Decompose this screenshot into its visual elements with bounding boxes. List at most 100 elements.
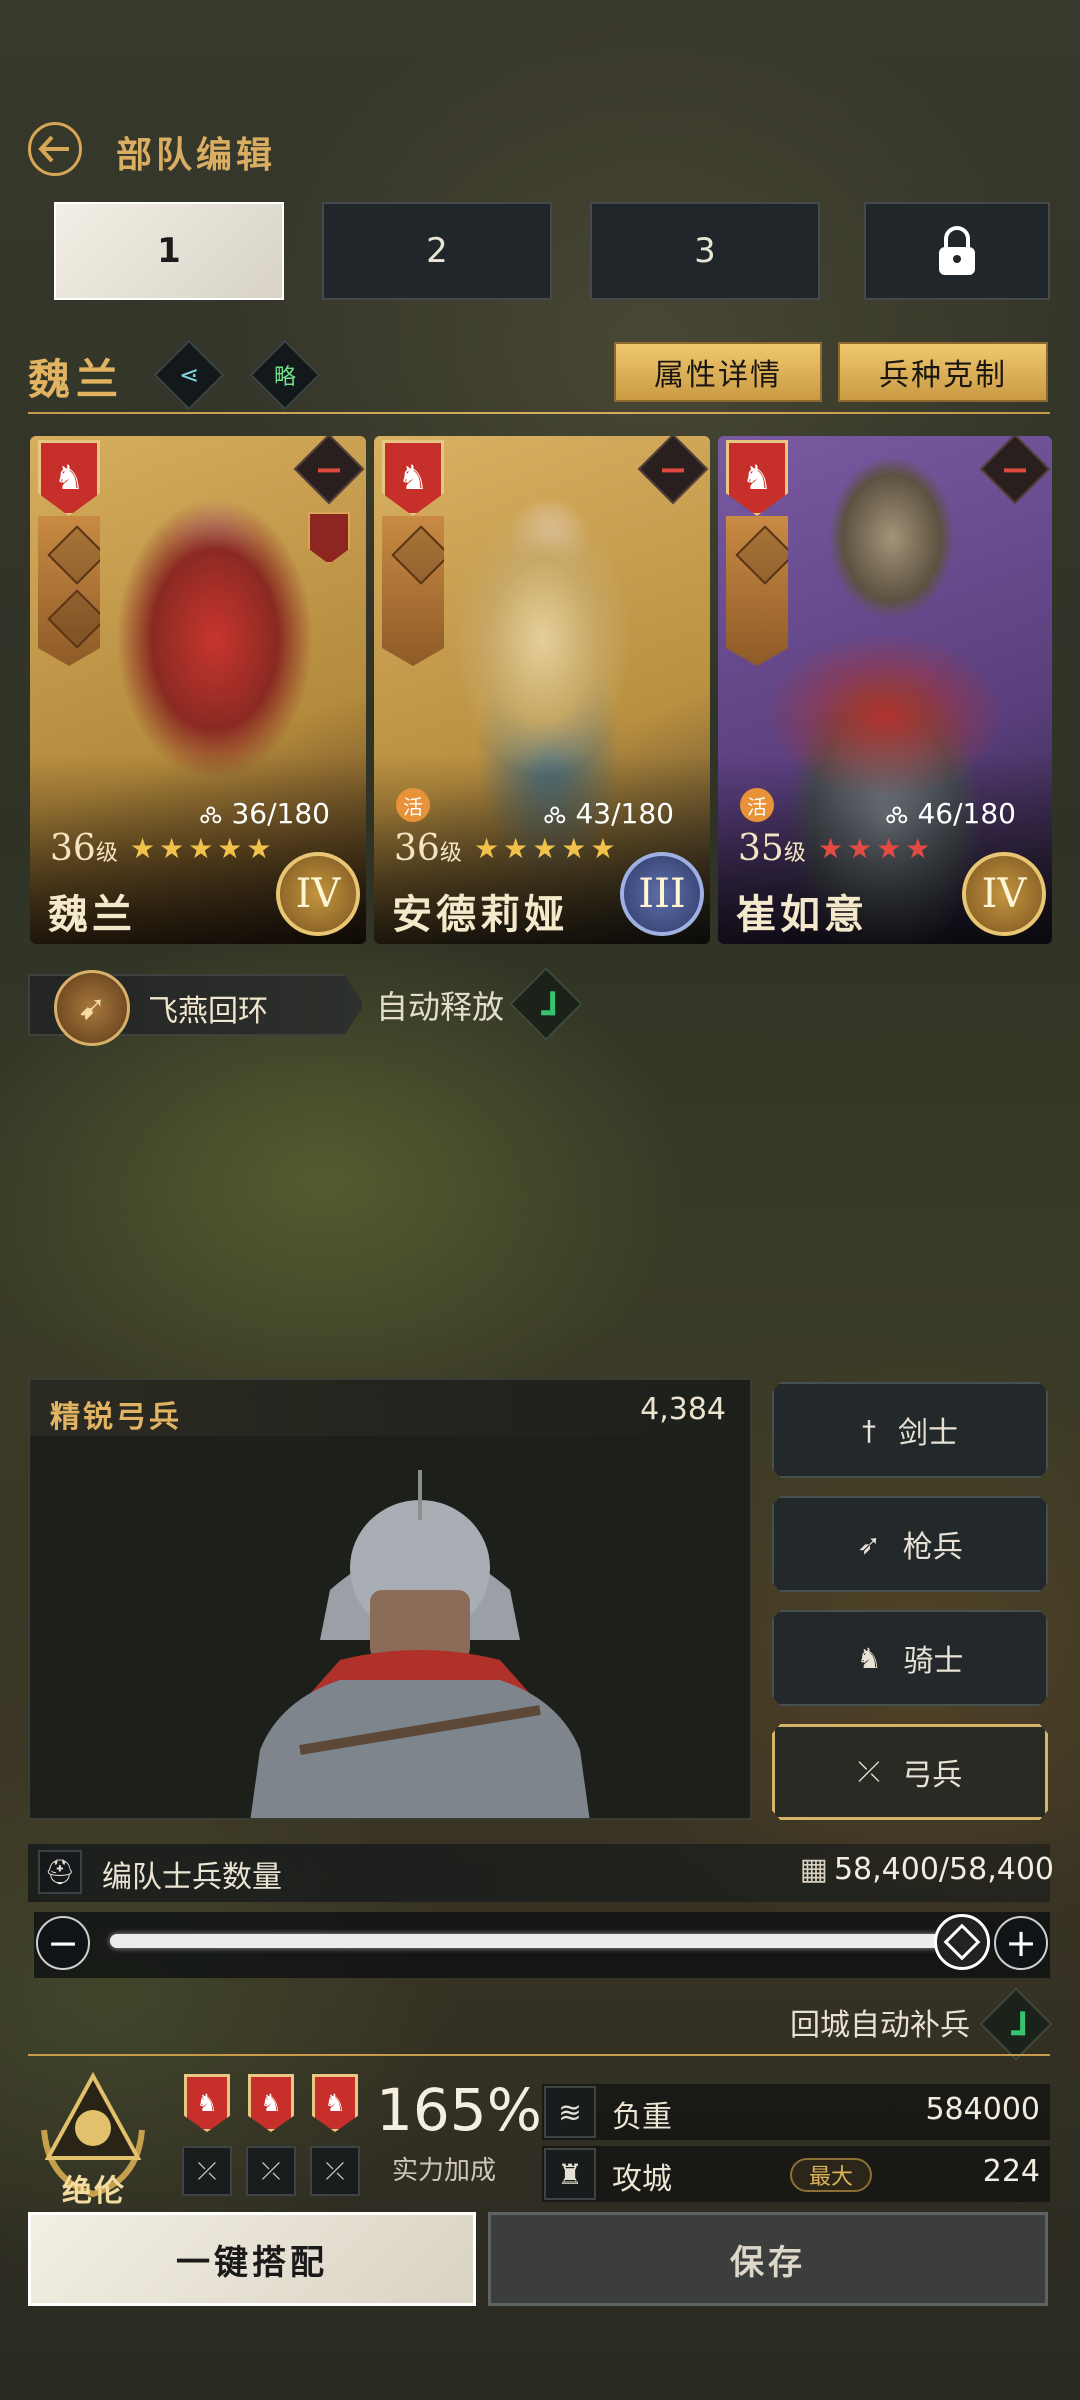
active-badge: 活 (740, 788, 774, 822)
troop-type-archer-button[interactable]: ⤫ 弓兵 (772, 1724, 1048, 1820)
tab-label: 2 (426, 231, 448, 271)
bow-icon: ⤫ (182, 2146, 232, 2196)
level-value: 35 (738, 828, 784, 869)
check-icon (1011, 2011, 1026, 2036)
type-label: 骑士 (903, 1644, 964, 1679)
tab-label: 1 (157, 231, 181, 271)
auto-refill-label: 回城自动补兵 (790, 2008, 970, 2043)
soldier-count-value: ▦ 58,400/58,400 (800, 1852, 1054, 1887)
hero-level: 36级 (394, 828, 462, 869)
horse-icon: ♞ (856, 1641, 882, 1675)
class-flag (382, 516, 444, 666)
page-title: 部队编辑 (116, 135, 277, 176)
class-flag (726, 516, 788, 666)
hero-stars: ★★★★ (818, 832, 934, 865)
sword-icon: † (862, 1413, 876, 1447)
divider (28, 2054, 1050, 2056)
spear-icon: ➶ (857, 1527, 881, 1561)
level-value: 36 (50, 828, 96, 869)
hero-exp: 🝆 36/180 (199, 797, 330, 830)
max-badge: 最大 (790, 2158, 872, 2192)
share-button[interactable]: ⋖ (153, 339, 225, 411)
back-arrow-icon (38, 135, 69, 163)
tab-team-3[interactable]: 3 (590, 202, 820, 300)
active-badge: 活 (396, 788, 430, 822)
increase-button[interactable]: + (994, 1916, 1048, 1970)
hero-name: 崔如意 (736, 891, 868, 938)
troop-count: 4,384 (640, 1392, 726, 1427)
troop-type-swordsman-button[interactable]: † 剑士 (772, 1382, 1048, 1478)
troop-type-spearman-button[interactable]: ➶ 枪兵 (772, 1496, 1048, 1592)
tab-team-locked[interactable] (864, 202, 1050, 300)
level-unit: 级 (95, 841, 118, 866)
type-label: 剑士 (898, 1416, 958, 1451)
hero-name: 魏兰 (48, 891, 136, 938)
siege-tower-icon: ♜ (544, 2148, 596, 2200)
hero-rank-badge: IV (276, 852, 360, 936)
hero-exp: 🝆 46/180 (885, 797, 1016, 830)
diamond-icon (943, 1923, 981, 1961)
bow-icon (47, 589, 100, 649)
hero-level: 35级 (738, 828, 806, 869)
level-value: 36 (394, 828, 440, 869)
attribute-details-button[interactable]: 属性详情 (614, 342, 822, 402)
troop-type-knight-button[interactable]: ♞ 骑士 (772, 1610, 1048, 1706)
hero-rank-badge: IV (962, 852, 1046, 936)
hero-stars: ★★★★★ (474, 832, 620, 865)
tab-team-1[interactable]: 1 (54, 202, 284, 300)
tab-team-2[interactable]: 2 (322, 202, 552, 300)
check-icon (541, 991, 556, 1016)
soldier-slider[interactable] (110, 1934, 950, 1948)
auto-match-button[interactable]: 一键搭配 (28, 2212, 476, 2306)
load-value: 584000 (925, 2092, 1040, 2127)
level-unit: 级 (783, 841, 806, 866)
power-bonus-value: 165% (376, 2076, 542, 2144)
skill-icon[interactable]: ➹ (54, 970, 130, 1046)
archer-portrait (250, 1470, 590, 1818)
exp-value: 46/180 (917, 797, 1016, 830)
share-icon: ⋖ (178, 361, 200, 389)
auto-release-label: 自动释放 (376, 988, 505, 1026)
commander-name: 魏兰 (28, 355, 125, 404)
helmet-icon: ⛑ (38, 1850, 82, 1894)
exp-value: 43/180 (575, 797, 674, 830)
bow-icon: ⤫ (857, 1755, 881, 1788)
rank-label: 绝伦 (62, 2174, 126, 2209)
hero-card-3[interactable]: ♞ 活 🝆 46/180 35级 ★★★★ 崔如意 IV (718, 436, 1052, 944)
decrease-button[interactable]: − (36, 1916, 90, 1970)
power-bonus-label: 实力加成 (392, 2156, 497, 2186)
hero-name: 安德莉娅 (392, 891, 568, 938)
soldier-count-label: 编队士兵数量 (102, 1860, 282, 1895)
exp-value: 36/180 (231, 797, 330, 830)
hero-card-2[interactable]: ♞ 活 🝆 43/180 36级 ★★★★★ 安德莉娅 III (374, 436, 710, 944)
hero-exp: 🝆 43/180 (543, 797, 674, 830)
red-stars: ★★★★ (818, 832, 935, 865)
siege-label: 攻城 (612, 2162, 672, 2197)
class-flag (38, 516, 100, 666)
strategy-badge[interactable]: 略 (249, 339, 321, 411)
sword-icon (47, 525, 100, 585)
bow-icon: ⤫ (310, 2146, 360, 2196)
skill-name: 飞燕回环 (148, 994, 268, 1029)
auto-refill-toggle[interactable] (979, 1987, 1053, 2061)
divider (28, 412, 1050, 414)
troop-counter-button[interactable]: 兵种克制 (838, 342, 1048, 402)
layers-icon: ≋ (544, 2086, 596, 2138)
hero-card-1[interactable]: ♞ 🝆 36/180 36级 ★★★★★ 魏兰 IV (30, 436, 366, 944)
tab-label: 3 (694, 231, 716, 271)
save-button[interactable]: 保存 (488, 2212, 1048, 2306)
troop-name: 精锐弓兵 (50, 1400, 182, 1435)
calculator-icon: ▦ (799, 1852, 828, 1887)
siege-value: 224 (982, 2154, 1040, 2189)
faction-shield-icon: ♞ (312, 2074, 358, 2132)
hero-rank-badge: III (620, 852, 704, 936)
soldier-count-text: 58,400/58,400 (833, 1852, 1054, 1887)
type-label: 弓兵 (902, 1758, 963, 1793)
load-label: 负重 (612, 2100, 672, 2135)
slider-handle[interactable] (934, 1914, 990, 1970)
auto-release-toggle[interactable] (509, 967, 583, 1041)
back-button[interactable] (28, 122, 82, 176)
bow-icon (391, 525, 444, 585)
bow-icon (735, 525, 788, 585)
troop-preview-panel: 精锐弓兵 4,384 (28, 1378, 752, 1820)
